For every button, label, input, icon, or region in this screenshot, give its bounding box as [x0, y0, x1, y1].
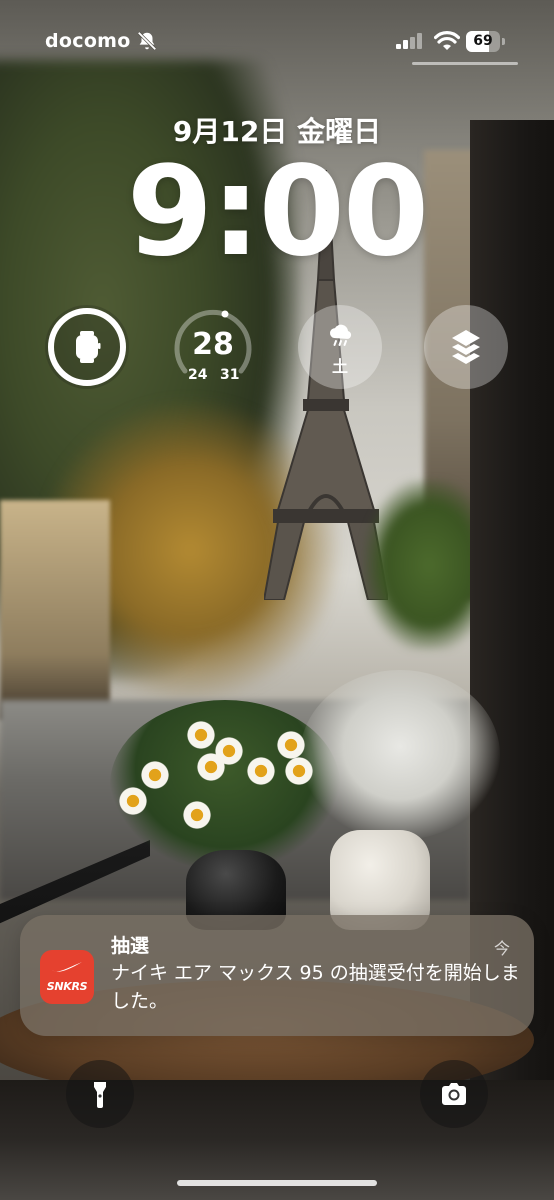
swoosh-icon — [52, 962, 82, 972]
daisy-flower — [140, 760, 170, 790]
lock-screen-time: 9:00 — [126, 140, 429, 284]
carrier-name: docomo — [45, 30, 131, 52]
wallpaper-white-flower-bouquet — [300, 670, 500, 840]
control-center-grabber[interactable] — [412, 62, 518, 65]
layers-icon — [452, 330, 480, 364]
camera-button[interactable] — [420, 1060, 488, 1128]
forecast-day: 土 — [331, 357, 348, 376]
daisy-flower — [186, 720, 216, 750]
weather-forecast-widget[interactable]: 土 — [298, 305, 382, 389]
bell-slash-icon — [137, 31, 157, 51]
flashlight-icon — [94, 1082, 106, 1108]
daisy-flower — [284, 756, 314, 786]
notification-time: 今 — [493, 939, 510, 958]
flashlight-button[interactable] — [66, 1060, 134, 1128]
status-bar: docomo 69 — [0, 0, 554, 80]
snkrs-app-icon: SNKRS — [40, 950, 94, 1004]
low-temperature: 24 — [188, 367, 208, 383]
daisy-flower — [182, 800, 212, 830]
wifi-icon — [434, 31, 460, 50]
daisy-flower — [196, 752, 226, 782]
battery-cap — [502, 38, 505, 45]
cellular-signal-icon — [396, 33, 422, 49]
home-indicator[interactable] — [177, 1180, 377, 1186]
watch-battery-widget[interactable] — [45, 305, 129, 389]
shortcuts-widget[interactable] — [424, 305, 508, 389]
battery-body: 69 — [466, 31, 500, 52]
apple-watch-icon — [76, 331, 101, 363]
wallpaper-building-left — [0, 500, 110, 720]
app-icon-label: SNKRS — [46, 980, 88, 993]
camera-icon — [442, 1083, 466, 1105]
current-temperature: 28 — [192, 327, 234, 362]
high-temperature: 31 — [220, 367, 240, 383]
battery-percentage: 69 — [473, 33, 493, 49]
daisy-flower — [246, 756, 276, 786]
notification-card[interactable]: SNKRS 抽選 今 ナイキ エア マックス 95 の抽選受付を開始しました。 — [20, 915, 534, 1036]
daisy-flower — [118, 786, 148, 816]
battery-indicator: 69 — [466, 31, 506, 52]
notification-body: ナイキ エア マックス 95 の抽選受付を開始しました。 — [111, 962, 520, 1012]
notification-title: 抽選 — [111, 935, 150, 957]
cloud-rain-icon — [329, 324, 352, 346]
temperature-widget[interactable]: 28 24 31 — [171, 305, 255, 389]
